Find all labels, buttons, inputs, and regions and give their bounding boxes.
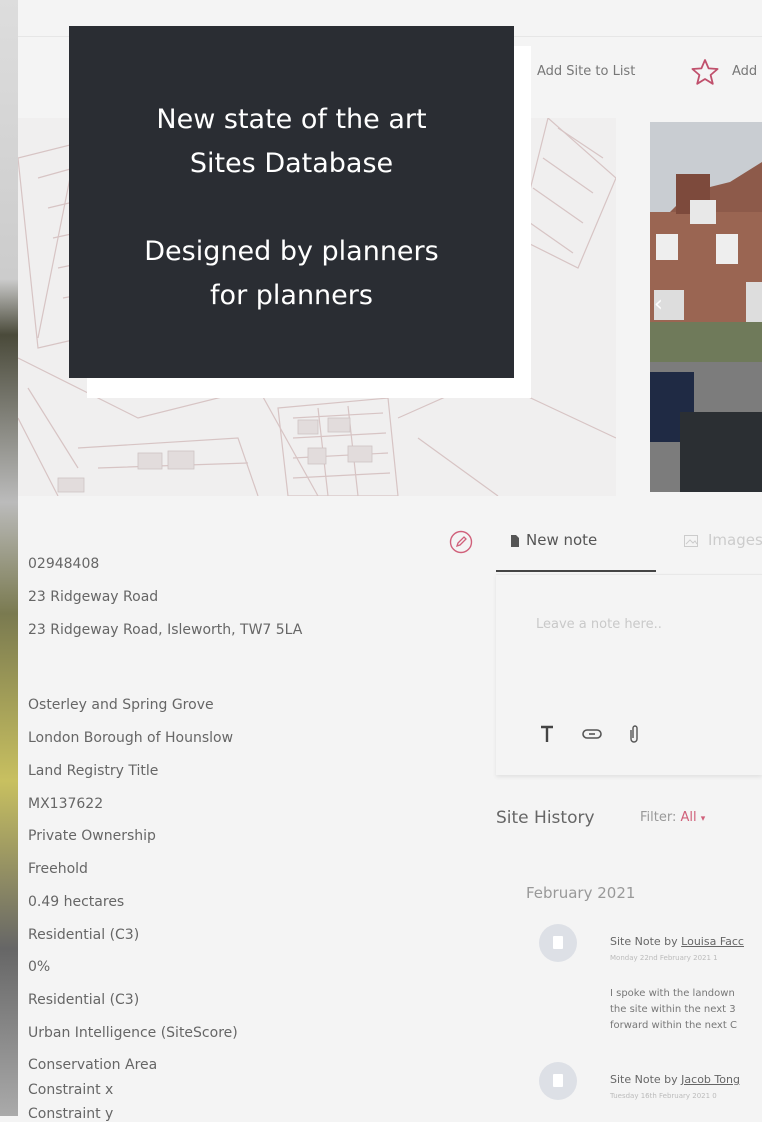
street-view-photo[interactable]: ‹ <box>650 122 762 492</box>
site-name: 23 Ridgeway Road <box>28 589 159 605</box>
note-editor[interactable]: Leave a note here.. <box>496 574 762 775</box>
entry-author-link[interactable]: Louisa Facc <box>681 935 744 948</box>
history-filter[interactable]: Filter: All ▾ <box>640 810 705 825</box>
site-constraint-y: Constraint y <box>28 1106 114 1122</box>
tab-active-indicator <box>496 570 656 572</box>
site-current-use: Residential (C3) <box>28 927 140 943</box>
site-ownership: Private Ownership <box>28 828 156 844</box>
site-constraint-conservation: Conservation Area <box>28 1057 158 1073</box>
site-borough: London Borough of Hounslow <box>28 730 234 746</box>
promo-line-1: New state of the art <box>156 104 427 135</box>
promo-line-4: for planners <box>210 280 373 311</box>
site-title-type: Land Registry Title <box>28 763 159 779</box>
entry-body-line: forward within the next C <box>610 1020 737 1031</box>
tab-images[interactable]: Images <box>708 531 762 549</box>
add-site-to-list-button[interactable]: Add Site to List <box>537 64 635 79</box>
note-entry-icon <box>539 924 577 962</box>
site-history-title: Site History <box>496 808 595 828</box>
history-entry-title: Site Note by Jacob Tong <box>610 1073 740 1086</box>
site-percentage: 0% <box>28 959 51 975</box>
filter-label: Filter: <box>640 810 677 825</box>
site-constraint-x: Constraint x <box>28 1082 114 1098</box>
star-icon[interactable] <box>690 58 720 86</box>
promo-overlay: New state of the art Sites Database Desi… <box>69 26 514 378</box>
site-title-number: MX137622 <box>28 796 104 812</box>
site-source: Urban Intelligence (SiteScore) <box>28 1025 238 1041</box>
history-entry-body: I spoke with the landown the site within… <box>610 986 737 1034</box>
note-toolbar <box>540 723 660 747</box>
edit-pencil-icon[interactable] <box>449 530 473 554</box>
history-entry-date: Tuesday 16th February 2021 0 <box>610 1092 717 1100</box>
background-aerial-strip <box>0 0 18 1116</box>
image-icon <box>684 535 698 547</box>
entry-title-prefix: Site Note by <box>610 935 678 948</box>
site-area: 0.49 hectares <box>28 894 125 910</box>
entry-author-link[interactable]: Jacob Tong <box>681 1073 740 1086</box>
site-ward: Osterley and Spring Grove <box>28 697 214 713</box>
document-icon <box>511 535 519 547</box>
note-tabs: New note Images <box>496 522 762 572</box>
site-tenure: Freehold <box>28 861 88 877</box>
chevron-down-icon[interactable]: ▾ <box>701 814 706 824</box>
site-address: 23 Ridgeway Road, Isleworth, TW7 5LA <box>28 622 303 638</box>
note-entry-icon <box>539 1062 577 1100</box>
site-proposed-use: Residential (C3) <box>28 992 140 1008</box>
link-icon[interactable] <box>582 728 602 740</box>
add-favourite-button[interactable]: Add <box>732 64 757 79</box>
entry-body-line: the site within the next 3 <box>610 1004 736 1015</box>
entry-title-prefix: Site Note by <box>610 1073 678 1086</box>
promo-line-3: Designed by planners <box>144 236 439 267</box>
house-photo <box>650 122 762 492</box>
history-month: February 2021 <box>526 884 636 902</box>
photo-prev-arrow[interactable]: ‹ <box>654 292 663 317</box>
site-id: 02948408 <box>28 556 100 572</box>
attachment-icon[interactable] <box>628 724 640 744</box>
history-entry-date: Monday 22nd February 2021 1 <box>610 954 718 962</box>
text-format-icon[interactable] <box>540 725 554 743</box>
history-entry-title: Site Note by Louisa Facc <box>610 935 744 948</box>
tab-new-note[interactable]: New note <box>526 531 597 549</box>
filter-value[interactable]: All <box>681 810 697 825</box>
promo-line-2: Sites Database <box>189 148 394 179</box>
note-placeholder[interactable]: Leave a note here.. <box>536 617 662 632</box>
site-toolbar: Add Site to List Add <box>520 58 762 88</box>
entry-body-line: I spoke with the landown <box>610 988 735 999</box>
